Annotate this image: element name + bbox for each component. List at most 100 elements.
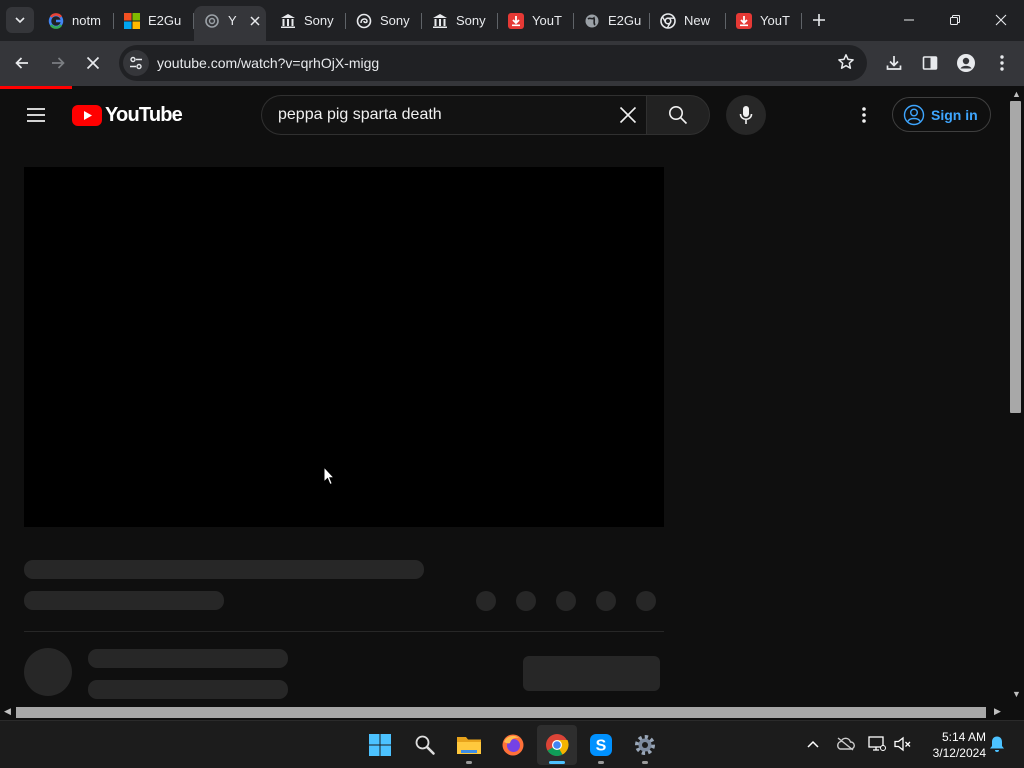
downloads-button[interactable]: [880, 49, 908, 77]
tab-title: Sony: [304, 13, 334, 28]
back-button[interactable]: [8, 49, 36, 77]
tab-3-active[interactable]: Y: [194, 6, 266, 41]
tab-title: YouT: [760, 13, 790, 28]
section-divider: [24, 631, 664, 632]
tab-4[interactable]: Sony: [270, 6, 346, 35]
sign-in-label: Sign in: [931, 106, 978, 123]
taskbar-skype[interactable]: S: [581, 725, 621, 765]
hamburger-icon: [27, 108, 45, 122]
taskbar-clock[interactable]: 5:14 AM 3/12/2024: [920, 729, 986, 761]
search-icon: [415, 735, 435, 755]
new-tab-button[interactable]: [808, 9, 830, 31]
globe-icon: [584, 13, 600, 29]
tab-search-button[interactable]: [6, 7, 34, 33]
title-placeholder: [24, 560, 424, 579]
horizontal-scroll-thumb[interactable]: [16, 707, 986, 718]
minimize-button[interactable]: [886, 0, 932, 40]
taskbar-settings[interactable]: [625, 725, 665, 765]
search-button[interactable]: [646, 95, 710, 135]
tab-5[interactable]: Sony: [346, 6, 422, 35]
taskbar-file-explorer[interactable]: [449, 725, 489, 765]
onedrive-offline-button[interactable]: [834, 733, 856, 755]
taskbar-search-button[interactable]: [405, 725, 445, 765]
youtube-logo[interactable]: YouTube: [72, 103, 183, 126]
svg-text:S: S: [596, 738, 607, 755]
volume-button[interactable]: [892, 733, 914, 755]
windows-logo-icon: [369, 734, 391, 756]
close-window-button[interactable]: [978, 0, 1024, 40]
stop-loading-button[interactable]: [79, 49, 107, 77]
bookmark-star-icon[interactable]: [837, 53, 855, 76]
channel-subs-placeholder: [88, 680, 288, 699]
minimize-icon: [904, 19, 914, 21]
search-input[interactable]: peppa pig sparta death: [261, 95, 647, 135]
network-monitor-icon: [868, 736, 886, 751]
firefox-icon: [502, 734, 524, 756]
address-bar[interactable]: youtube.com/watch?v=qrhOjX-migg: [119, 45, 867, 81]
microsoft-icon: [124, 12, 140, 29]
scroll-left-arrow-icon[interactable]: ◀: [4, 706, 11, 717]
tab-2[interactable]: E2Gu: [114, 6, 194, 35]
forward-button[interactable]: [44, 49, 72, 77]
download-icon: [886, 56, 902, 70]
clock-time: 5:14 AM: [941, 730, 986, 744]
running-indicator: [598, 761, 604, 764]
tab-title: New: [684, 13, 711, 28]
running-indicator: [549, 761, 565, 764]
action-placeholder: [516, 591, 536, 611]
action-placeholder: [596, 591, 616, 611]
side-panel-icon: [922, 56, 938, 70]
google-g-icon: [48, 12, 64, 29]
action-placeholder: [636, 591, 656, 611]
close-tab-icon[interactable]: [247, 13, 263, 29]
network-button[interactable]: [866, 733, 888, 755]
youtube-logo-text: YouTube: [105, 103, 183, 126]
vertical-scrollbar[interactable]: ▲ ▼: [1008, 89, 1024, 704]
plus-icon: [813, 14, 825, 26]
action-placeholder: [556, 591, 576, 611]
guide-menu-button[interactable]: [22, 101, 50, 129]
show-hidden-icons-button[interactable]: [802, 733, 824, 755]
folder-icon: [457, 737, 481, 754]
profile-button[interactable]: [952, 49, 980, 77]
download-red-icon: [508, 12, 524, 29]
video-player[interactable]: [24, 167, 664, 527]
clear-search-button[interactable]: [615, 102, 641, 128]
side-panel-button[interactable]: [916, 49, 944, 77]
tab-6[interactable]: Sony: [422, 6, 498, 35]
chevron-down-icon: [15, 17, 25, 24]
browser-toolbar: youtube.com/watch?v=qrhOjX-migg: [0, 41, 1024, 86]
youtube-play-icon: [72, 104, 102, 126]
tab-strip: notm E2Gu Y Sony Sony Sony YouT E2Gu New…: [0, 0, 1024, 41]
voice-search-button[interactable]: [726, 95, 766, 135]
bank-icon: [280, 13, 296, 29]
site-info-button[interactable]: [123, 50, 149, 76]
scroll-up-arrow-icon[interactable]: ▲: [1012, 89, 1021, 99]
tab-10[interactable]: YouT: [726, 6, 802, 35]
download-red-icon: [736, 12, 752, 29]
settings-menu-button[interactable]: [852, 102, 876, 128]
tab-7[interactable]: YouT: [498, 6, 574, 35]
notifications-button[interactable]: [986, 733, 1008, 755]
bell-icon: [990, 736, 1004, 752]
taskbar-firefox[interactable]: [493, 725, 533, 765]
tab-8[interactable]: E2Gu: [574, 6, 650, 35]
channel-name-placeholder: [88, 649, 288, 668]
tab-9[interactable]: New: [650, 6, 726, 35]
skype-icon: S: [590, 734, 612, 756]
tab-title: Sony: [456, 13, 486, 28]
browser-menu-button[interactable]: [988, 49, 1016, 77]
tab-1[interactable]: notm: [38, 6, 114, 35]
channel-avatar-placeholder: [24, 648, 72, 696]
horizontal-scrollbar[interactable]: ◀ ▶: [0, 704, 1008, 720]
scroll-down-arrow-icon[interactable]: ▼: [1012, 689, 1021, 699]
taskbar-chrome[interactable]: [537, 725, 577, 765]
vertical-scroll-thumb[interactable]: [1010, 101, 1021, 413]
sign-in-button[interactable]: Sign in: [892, 97, 991, 132]
microphone-icon: [739, 106, 753, 124]
restore-button[interactable]: [932, 0, 978, 40]
tab-title: notm: [72, 13, 101, 28]
start-button[interactable]: [360, 725, 400, 765]
scroll-right-arrow-icon[interactable]: ▶: [994, 706, 1001, 717]
windows-taskbar: S 5:14 AM 3/12/2024: [0, 720, 1024, 768]
